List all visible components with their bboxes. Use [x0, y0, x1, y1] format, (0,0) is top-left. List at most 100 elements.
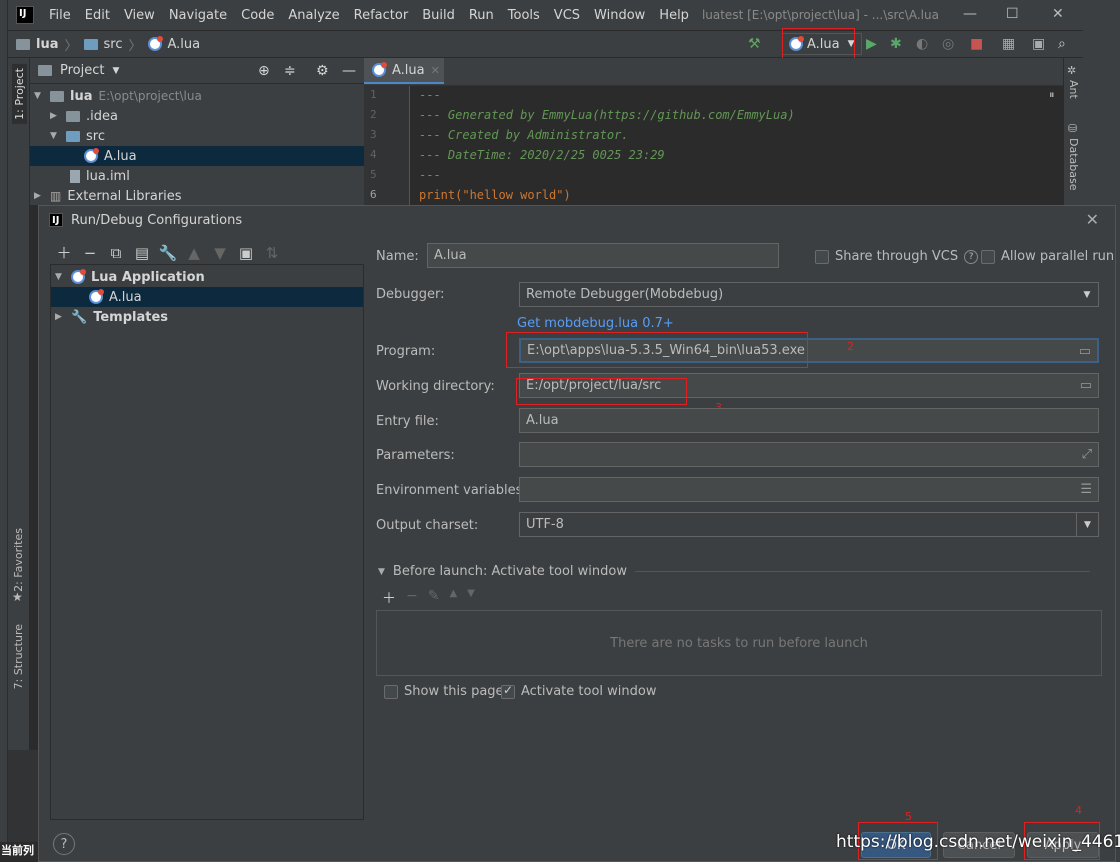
terminal-icon[interactable]: ▣: [1032, 36, 1045, 52]
save-icon[interactable]: ▤: [129, 244, 155, 262]
add-icon[interactable]: ＋: [51, 242, 77, 263]
allow-parallel-option[interactable]: Allow parallel run: [981, 249, 1114, 264]
tree-item-lua-iml[interactable]: lua.iml: [30, 166, 364, 186]
new-folder-icon[interactable]: ▣: [233, 244, 259, 262]
menu-help[interactable]: Help: [652, 8, 696, 23]
breadcrumb-src[interactable]: src: [104, 37, 123, 52]
expand-arrow-icon[interactable]: ▼: [55, 272, 65, 282]
code-line[interactable]: --- DateTime: 2020/2/25 0025 23:29: [419, 148, 665, 162]
gear-icon[interactable]: ⚙: [316, 63, 329, 79]
menu-run[interactable]: Run: [462, 8, 501, 23]
help-button[interactable]: ?: [53, 833, 75, 855]
share-vcs-checkbox[interactable]: [815, 249, 829, 264]
wrench-icon[interactable]: 🔧: [155, 244, 181, 262]
tree-item-a-lua-config[interactable]: A.lua: [51, 287, 363, 307]
expand-arrow-icon[interactable]: ▶: [34, 191, 44, 201]
code-line[interactable]: ---: [419, 168, 441, 182]
menu-analyze[interactable]: Analyze: [281, 8, 346, 23]
close-icon[interactable]: ✕: [1086, 210, 1099, 229]
menu-edit[interactable]: Edit: [78, 8, 117, 23]
move-down-icon[interactable]: ▼: [207, 244, 233, 262]
activate-tool-option[interactable]: Activate tool window: [501, 683, 656, 699]
tree-item-lua[interactable]: ▼ lua E:\opt\project\lua: [30, 86, 364, 106]
close-tab-icon[interactable]: ✕: [431, 64, 440, 77]
menu-refactor[interactable]: Refactor: [347, 8, 416, 23]
tree-item-external-libraries[interactable]: ▶ ▥ External Libraries: [30, 186, 364, 206]
profile-icon[interactable]: ◎: [942, 36, 954, 52]
show-page-checkbox[interactable]: [384, 684, 398, 699]
collapse-all-icon[interactable]: ≑: [284, 63, 296, 79]
allow-parallel-checkbox[interactable]: [981, 249, 995, 264]
entry-file-field[interactable]: A.lua: [519, 408, 1099, 433]
expand-icon[interactable]: ⤢: [1082, 447, 1092, 462]
folder-browse-icon[interactable]: ▭: [1080, 378, 1092, 393]
tree-item-idea[interactable]: ▶ .idea: [30, 106, 364, 126]
editor-tab-a-lua[interactable]: A.lua ✕: [364, 58, 444, 84]
parameters-field[interactable]: ⤢: [519, 442, 1099, 467]
tree-group-lua-application[interactable]: ▼ Lua Application: [51, 267, 363, 287]
before-launch-tasks-list[interactable]: There are no tasks to run before launch: [376, 610, 1102, 676]
code-line[interactable]: --- Generated by EmmyLua(https://github.…: [419, 108, 795, 122]
edit-pencil-icon[interactable]: ✎: [428, 588, 440, 608]
tab-database[interactable]: Database: [1067, 138, 1080, 191]
name-field[interactable]: A.lua: [427, 243, 779, 268]
mobdebug-link[interactable]: Get mobdebug.lua 0.7+: [517, 316, 674, 331]
before-launch-header[interactable]: ▼ Before launch: Activate tool window: [378, 564, 1090, 579]
menu-window[interactable]: Window: [587, 8, 652, 23]
breadcrumb-lua[interactable]: lua: [36, 37, 58, 52]
tab-favorites[interactable]: 2: Favorites: [12, 528, 25, 592]
tab-project[interactable]: 1: Project: [12, 64, 27, 124]
stop-icon[interactable]: ■: [970, 36, 983, 52]
chevron-down-icon[interactable]: ▼: [112, 66, 119, 76]
move-up-icon[interactable]: ▲: [181, 244, 207, 262]
debugger-select[interactable]: Remote Debugger(Mobdebug) ▼: [519, 282, 1099, 307]
menu-vcs[interactable]: VCS: [547, 8, 587, 23]
code-line[interactable]: ---: [419, 88, 441, 102]
coverage-icon[interactable]: ◐: [916, 36, 928, 52]
code-line[interactable]: print("hellow world"): [419, 188, 571, 202]
copy-icon[interactable]: ⧉: [103, 244, 129, 262]
menu-file[interactable]: File: [42, 8, 78, 23]
list-edit-icon[interactable]: ☰: [1080, 482, 1092, 497]
locate-icon[interactable]: ⊕: [258, 63, 270, 79]
build-hammer-icon[interactable]: ⚒: [748, 36, 761, 52]
menu-navigate[interactable]: Navigate: [162, 8, 234, 23]
menu-view[interactable]: View: [117, 8, 162, 23]
menu-build[interactable]: Build: [415, 8, 462, 23]
menu-tools[interactable]: Tools: [501, 8, 547, 23]
show-page-option[interactable]: Show this page: [384, 684, 504, 699]
remove-icon[interactable]: −: [77, 244, 103, 262]
help-circle-icon[interactable]: ?: [964, 249, 979, 264]
tab-structure[interactable]: 7: Structure: [12, 624, 25, 689]
activate-tool-checkbox[interactable]: [501, 683, 515, 699]
search-icon[interactable]: ⌕: [1058, 36, 1066, 52]
minimize-button[interactable]: —: [963, 6, 977, 22]
share-vcs-option[interactable]: Share through VCS ?: [815, 249, 979, 264]
code-line[interactable]: --- Created by Administrator.: [419, 128, 629, 142]
tree-group-templates[interactable]: ▶ 🔧 Templates: [51, 307, 363, 327]
move-down-icon[interactable]: ▼: [467, 588, 475, 608]
expand-arrow-icon[interactable]: ▶: [50, 111, 60, 121]
hide-panel-icon[interactable]: —: [342, 63, 356, 79]
expand-arrow-icon[interactable]: ▶: [55, 312, 65, 322]
close-window-button[interactable]: ✕: [1052, 6, 1064, 22]
add-icon[interactable]: ＋: [382, 588, 396, 608]
menu-code[interactable]: Code: [234, 8, 281, 23]
project-structure-icon[interactable]: ▦: [1002, 36, 1015, 52]
collapse-arrow-icon[interactable]: ▼: [378, 567, 385, 577]
run-icon[interactable]: ▶: [866, 36, 877, 52]
debug-bug-icon[interactable]: ✱: [890, 36, 902, 52]
project-panel-title[interactable]: Project: [60, 63, 104, 78]
expand-arrow-icon[interactable]: ▼: [50, 131, 60, 141]
tree-item-a-lua[interactable]: A.lua: [30, 146, 364, 166]
charset-select[interactable]: UTF-8 ▼: [519, 512, 1099, 537]
remove-icon[interactable]: −: [406, 588, 418, 608]
tree-item-src[interactable]: ▼ src: [30, 126, 364, 146]
sort-icon[interactable]: ⇅: [259, 244, 285, 262]
env-field[interactable]: ☰: [519, 477, 1099, 502]
expand-arrow-icon[interactable]: ▼: [34, 91, 44, 101]
move-up-icon[interactable]: ▲: [449, 588, 457, 608]
maximize-button[interactable]: ☐: [1006, 6, 1019, 22]
tab-ant[interactable]: Ant: [1067, 80, 1080, 99]
breadcrumb-file[interactable]: A.lua: [168, 37, 201, 52]
